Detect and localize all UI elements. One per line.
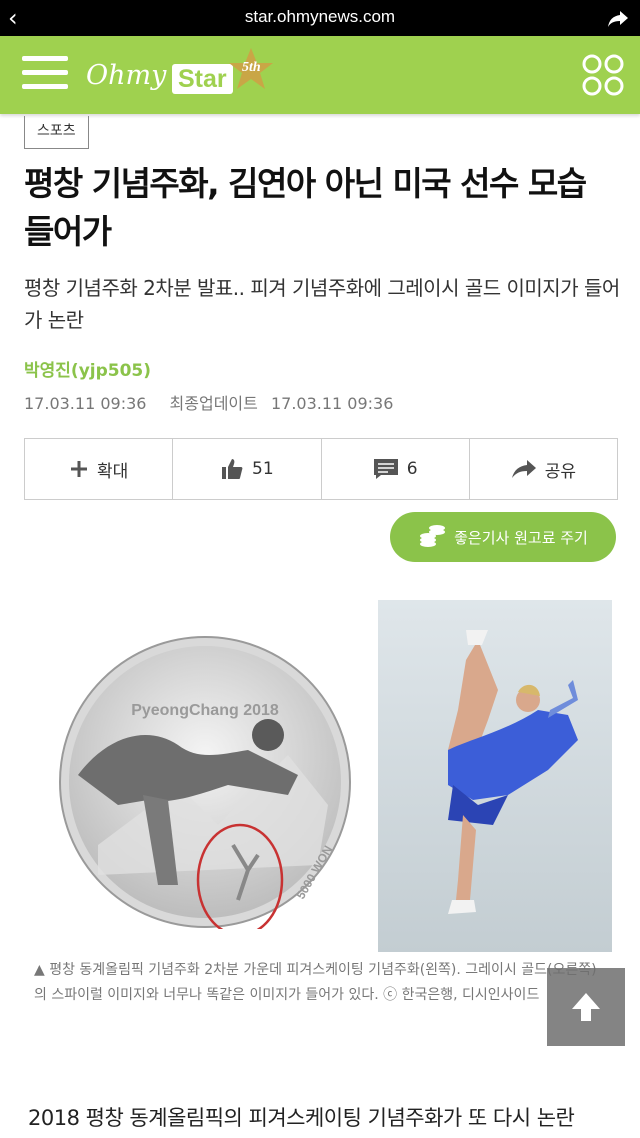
updated-date: 17.03.11 09:36	[270, 394, 394, 413]
skater-photo	[378, 600, 612, 952]
share-icon	[511, 460, 536, 478]
url-display[interactable]: star.ohmynews.com	[0, 7, 640, 27]
arrow-up-icon	[572, 993, 600, 1021]
donate-label: 좋은기사 원고료 주기	[454, 528, 588, 547]
grid-menu-icon[interactable]	[582, 54, 624, 96]
share-button[interactable]: 공유	[470, 439, 617, 499]
site-header: Ohmy Star 5th	[0, 36, 640, 114]
article-title: 평창 기념주화, 김연아 아닌 미국 선수 모습 들어가	[24, 164, 587, 251]
updated-label: 최종업데이트	[169, 394, 258, 413]
donate-button[interactable]: 좋은기사 원고료 주기	[390, 512, 616, 562]
article-action-bar: 확대 51 6 공유	[24, 438, 618, 500]
coins-icon	[420, 525, 446, 547]
comments-button[interactable]: 6	[322, 439, 470, 499]
zoom-label: 확대	[96, 461, 129, 482]
photo-caption: ▲ 평창 동계올림픽 기념주화 2차분 가운데 피겨스케이팅 기념주화(왼쪽).…	[34, 962, 597, 1003]
logo-star-text: Star	[172, 64, 233, 94]
like-count: 51	[252, 459, 274, 479]
logo-ohmy-text: Ohmy	[86, 60, 167, 91]
anniversary-badge: 5th	[242, 60, 261, 75]
coin-text: PyeongChang 2018	[131, 702, 279, 719]
author-link[interactable]: 박영진(yjp505)	[24, 356, 151, 381]
comment-count: 6	[406, 459, 418, 479]
article-photo[interactable]: PyeongChang 2018 5000 WON	[24, 600, 616, 952]
zoom-button[interactable]: 확대	[25, 439, 174, 499]
share-label: 공유	[544, 461, 577, 482]
article-dates: 17.03.11 09:36 최종업데이트 17.03.11 09:36	[24, 390, 411, 414]
article-body-first-line: 2018 평창 동계올림픽의 피겨스케이팅 기념주화가 또 다시 논란	[28, 1106, 575, 1130]
menu-icon[interactable]	[22, 56, 68, 94]
like-button[interactable]: 51	[173, 439, 322, 499]
category-tag[interactable]: 스포츠	[24, 116, 89, 149]
scroll-to-top-button[interactable]	[547, 968, 625, 1046]
published-date: 17.03.11 09:36	[24, 394, 147, 413]
browser-bar: ‹ star.ohmynews.com	[0, 0, 640, 36]
commemorative-coin-image: PyeongChang 2018 5000 WON	[59, 636, 351, 929]
comment-icon	[373, 459, 398, 479]
share-arrow-icon[interactable]	[606, 6, 630, 30]
article-subtitle: 평창 기념주화 2차분 발표.. 피겨 기념주화에 그레이시 골드 이미지가 들…	[24, 276, 620, 332]
plus-icon	[70, 461, 87, 477]
site-logo[interactable]: Ohmy Star 5th	[86, 48, 286, 102]
thumbs-up-icon	[222, 459, 243, 479]
